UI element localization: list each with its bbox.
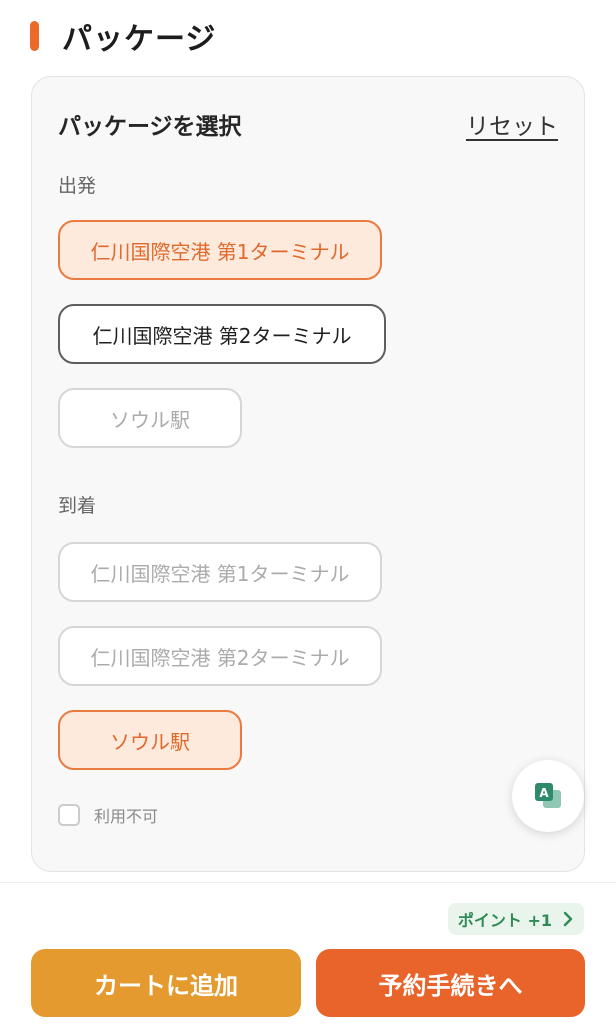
section-header: パッケージ bbox=[30, 18, 216, 57]
departure-option-seoul-station[interactable]: ソウル駅 bbox=[58, 388, 242, 448]
translate-icon: A bbox=[535, 783, 561, 808]
unavailable-label: 利用不可 bbox=[94, 807, 159, 826]
departure-label: 出発 bbox=[58, 175, 97, 197]
package-page: パッケージ パッケージを選択 リセット 出発 仁川国際空港 第1ターミナル 仁川… bbox=[0, 0, 616, 1024]
svg-text:A: A bbox=[539, 786, 549, 800]
unavailable-filter[interactable]: 利用不可 bbox=[58, 803, 158, 827]
departure-option-t2[interactable]: 仁川国際空港 第2ターミナル bbox=[58, 304, 386, 364]
arrival-label: 到着 bbox=[58, 495, 97, 517]
bottom-action-bar: ポイント +1 カートに追加 予約手続きへ bbox=[0, 882, 616, 1024]
card-title: パッケージを選択 bbox=[58, 114, 242, 140]
arrival-option-t2[interactable]: 仁川国際空港 第2ターミナル bbox=[58, 626, 382, 686]
arrival-option-seoul-station[interactable]: ソウル駅 bbox=[58, 710, 242, 770]
points-label: ポイント +1 bbox=[457, 911, 552, 930]
translate-button[interactable]: A bbox=[512, 760, 584, 832]
book-button[interactable]: 予約手続きへ bbox=[316, 949, 585, 1017]
package-card: パッケージを選択 リセット 出発 仁川国際空港 第1ターミナル 仁川国際空港 第… bbox=[31, 76, 585, 872]
section-accent-bar bbox=[30, 21, 39, 51]
add-to-cart-button[interactable]: カートに追加 bbox=[31, 949, 301, 1017]
unavailable-checkbox[interactable] bbox=[58, 804, 80, 826]
section-title: パッケージ bbox=[62, 22, 217, 57]
chevron-right-icon bbox=[563, 911, 573, 927]
arrival-option-t1[interactable]: 仁川国際空港 第1ターミナル bbox=[58, 542, 382, 602]
points-badge[interactable]: ポイント +1 bbox=[447, 903, 584, 935]
departure-option-t1[interactable]: 仁川国際空港 第1ターミナル bbox=[58, 220, 382, 280]
reset-link[interactable]: リセット bbox=[466, 107, 558, 141]
